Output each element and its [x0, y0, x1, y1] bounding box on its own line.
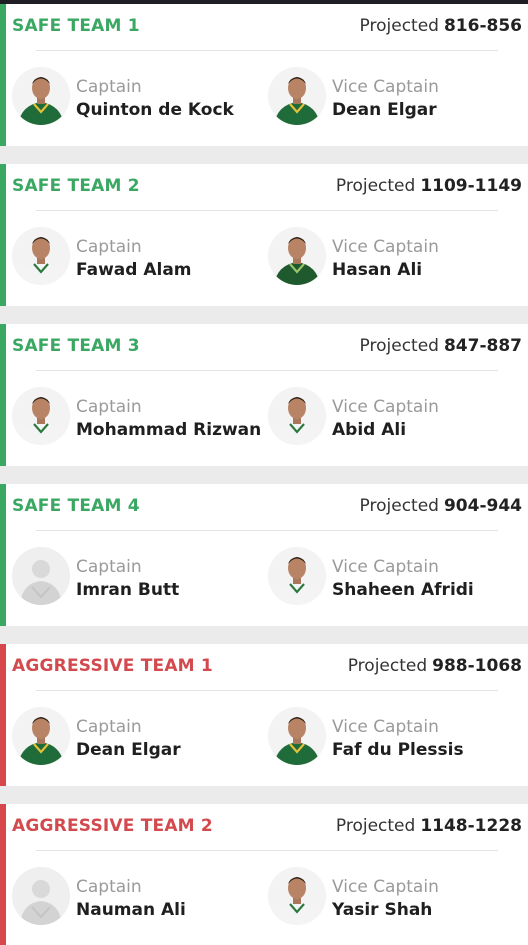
projected-points: Projected 988-1068	[348, 656, 522, 676]
projected-points: Projected 904-944	[360, 496, 522, 516]
vice-captain-name: Hasan Ali	[332, 260, 423, 280]
team-title: SAFE TEAM 3	[12, 336, 140, 356]
team-title: AGGRESSIVE TEAM 2	[12, 816, 213, 836]
captain-name: Imran Butt	[76, 580, 180, 600]
projected-range: 1148-1228	[420, 816, 522, 836]
team-card[interactable]: SAFE TEAM 4 Projected 904-944 Captain Imran …	[0, 484, 528, 626]
team-card[interactable]: SAFE TEAM 1 Projected 816-856 Captain Quinto…	[0, 4, 528, 146]
vice-captain-slot[interactable]: Vice Captain Abid Ali	[268, 387, 518, 449]
vice-captain-name: Dean Elgar	[332, 100, 437, 120]
placeholder-player-icon	[12, 867, 70, 925]
vice-captain-name: Yasir Shah	[332, 900, 433, 920]
team-title: SAFE TEAM 1	[12, 16, 140, 36]
team-card-header: AGGRESSIVE TEAM 1 Projected 988-1068	[12, 653, 522, 683]
captain-label: Captain	[76, 557, 142, 577]
pk-player-green-icon	[268, 227, 326, 285]
projected-label: Projected	[347, 656, 428, 676]
captain-label: Captain	[76, 77, 142, 97]
captain-name: Nauman Ali	[76, 900, 186, 920]
team-title: SAFE TEAM 2	[12, 176, 140, 196]
captain-name: Mohammad Rizwan	[76, 420, 262, 440]
sa-player-icon	[12, 67, 70, 125]
projected-range: 904-944	[443, 496, 522, 516]
team-card[interactable]: AGGRESSIVE TEAM 1 Projected 988-1068 Captai…	[0, 644, 528, 786]
captain-name: Fawad Alam	[76, 260, 192, 280]
projected-label: Projected	[359, 16, 439, 36]
team-title: SAFE TEAM 4	[12, 496, 140, 516]
captain-slot[interactable]: Captain Fawad Alam	[12, 227, 262, 289]
team-title: AGGRESSIVE TEAM 1	[12, 656, 213, 676]
pk-player-icon	[12, 227, 70, 285]
vice-captain-label: Vice Captain	[332, 237, 439, 257]
team-card-header: SAFE TEAM 4 Projected 904-944	[12, 493, 522, 523]
divider	[36, 50, 498, 51]
captain-label: Captain	[76, 717, 142, 737]
captain-label: Captain	[76, 237, 142, 257]
divider	[36, 210, 498, 211]
projected-label: Projected	[335, 176, 416, 196]
captain-slot[interactable]: Captain Mohammad Rizwan	[12, 387, 262, 449]
vice-captain-label: Vice Captain	[332, 77, 439, 97]
projected-label: Projected	[359, 496, 439, 516]
projected-points: Projected 1148-1228	[336, 816, 522, 836]
projected-label: Projected	[359, 336, 439, 356]
projected-points: Projected 816-856	[360, 16, 522, 36]
vice-captain-slot[interactable]: Vice Captain Faf du Plessis	[268, 707, 518, 769]
projected-range: 816-856	[443, 16, 522, 36]
pk-player-icon	[12, 387, 70, 445]
divider	[36, 370, 498, 371]
projected-range: 988-1068	[432, 656, 522, 676]
captain-label: Captain	[76, 877, 142, 897]
divider	[36, 850, 498, 851]
team-card-header: SAFE TEAM 2 Projected 1109-1149	[12, 173, 522, 203]
projected-points: Projected 1109-1149	[336, 176, 522, 196]
vice-captain-slot[interactable]: Vice Captain Shaheen Afridi	[268, 547, 518, 609]
sa-player-icon	[268, 67, 326, 125]
vice-captain-label: Vice Captain	[332, 557, 439, 577]
team-card-header: SAFE TEAM 3 Projected 847-887	[12, 333, 522, 363]
divider	[36, 530, 498, 531]
team-card[interactable]: SAFE TEAM 2 Projected 1109-1149 Captain Fawa…	[0, 164, 528, 306]
vice-captain-name: Faf du Plessis	[332, 740, 464, 760]
pk-player-icon	[268, 547, 326, 605]
vice-captain-slot[interactable]: Vice Captain Dean Elgar	[268, 67, 518, 129]
captain-label: Captain	[76, 397, 142, 417]
projected-points: Projected 847-887	[360, 336, 522, 356]
sa-player-icon	[12, 707, 70, 765]
sa-player-icon	[268, 707, 326, 765]
captain-slot[interactable]: Captain Nauman Ali	[12, 867, 262, 929]
team-card[interactable]: SAFE TEAM 3 Projected 847-887 Captain Mohamm…	[0, 324, 528, 466]
captain-slot[interactable]: Captain Dean Elgar	[12, 707, 262, 769]
captain-slot[interactable]: Captain Imran Butt	[12, 547, 262, 609]
captain-name: Quinton de Kock	[76, 100, 234, 120]
vice-captain-label: Vice Captain	[332, 717, 439, 737]
placeholder-player-icon	[12, 547, 70, 605]
team-card-header: SAFE TEAM 1 Projected 816-856	[12, 13, 522, 43]
projected-range: 1109-1149	[420, 176, 522, 196]
pk-player-icon	[268, 867, 326, 925]
captain-name: Dean Elgar	[76, 740, 181, 760]
vice-captain-name: Abid Ali	[332, 420, 407, 440]
vice-captain-label: Vice Captain	[332, 877, 439, 897]
team-card[interactable]: AGGRESSIVE TEAM 2 Projected 1148-1228 Capta…	[0, 804, 528, 945]
captain-slot[interactable]: Captain Quinton de Kock	[12, 67, 262, 129]
vice-captain-slot[interactable]: Vice Captain Hasan Ali	[268, 227, 518, 289]
team-card-header: AGGRESSIVE TEAM 2 Projected 1148-1228	[12, 813, 522, 843]
vice-captain-label: Vice Captain	[332, 397, 439, 417]
vice-captain-name: Shaheen Afridi	[332, 580, 474, 600]
projected-label: Projected	[335, 816, 416, 836]
vice-captain-slot[interactable]: Vice Captain Yasir Shah	[268, 867, 518, 929]
pk-player-icon	[268, 387, 326, 445]
divider	[36, 690, 498, 691]
projected-range: 847-887	[443, 336, 522, 356]
